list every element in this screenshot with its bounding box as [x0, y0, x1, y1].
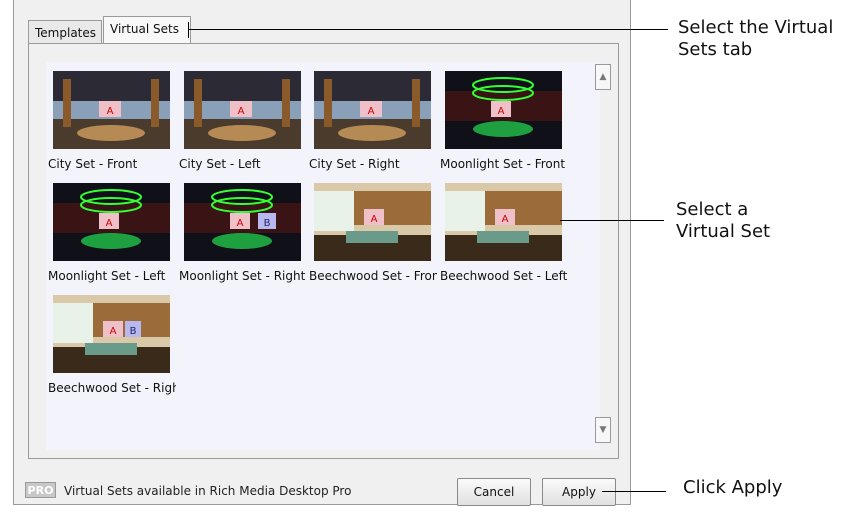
pro-badge: PRO — [25, 482, 56, 498]
scene-letter-a: A — [502, 214, 509, 225]
scene-letter-a: A — [107, 106, 114, 117]
virtual-set-label[interactable]: City Set - Front — [48, 157, 176, 171]
callout-select-tab-line1: Select the Virtual — [678, 17, 834, 38]
scene-letter-a: A — [238, 106, 245, 117]
virtual-set-label[interactable]: Beechwood Set - Right — [48, 381, 176, 395]
scene-letter-a: A — [368, 106, 375, 117]
scene-letter-a: A — [371, 214, 378, 225]
virtual-set-thumbnail[interactable]: A — [445, 183, 562, 261]
scene-letter-b: B — [130, 326, 137, 337]
apply-button[interactable]: Apply — [542, 478, 616, 506]
virtual-set-label[interactable]: Beechwood Set - Front — [309, 269, 437, 283]
scroll-down-button[interactable]: ▼ — [595, 417, 611, 443]
scroll-up-button[interactable]: ▲ — [595, 64, 611, 90]
tab-templates[interactable]: Templates — [28, 20, 102, 44]
virtual-set-thumbnail[interactable]: A — [184, 71, 301, 149]
virtual-set-label[interactable]: Moonlight Set - Left — [48, 269, 176, 283]
scene-letter-a: A — [106, 218, 113, 229]
virtual-set-grid: A City Set - Front A City Set - Left A City S… — [46, 62, 600, 450]
callout-tick-tab — [188, 22, 189, 38]
scene-letter-b: B — [264, 218, 271, 229]
virtual-set-label[interactable]: Moonlight Set - Front — [440, 157, 568, 171]
callout-select-set-line1: Select a — [676, 199, 749, 220]
virtual-set-label[interactable]: City Set - Right — [309, 157, 437, 171]
pro-info-text: Virtual Sets available in Rich Media Des… — [64, 484, 352, 498]
virtual-set-thumbnail[interactable]: AB — [184, 183, 301, 261]
scene-letter-a: A — [237, 218, 244, 229]
virtual-set-thumbnail[interactable]: A — [314, 71, 431, 149]
virtual-set-thumbnail[interactable]: A — [53, 71, 170, 149]
virtual-set-thumbnail[interactable]: A — [445, 71, 562, 149]
callout-select-tab-line2: Sets tab — [678, 39, 753, 60]
callout-line-set — [560, 220, 664, 221]
callout-line-tab — [188, 29, 668, 30]
callout-line-apply — [602, 491, 666, 492]
cancel-button[interactable]: Cancel — [457, 478, 531, 506]
virtual-set-label[interactable]: Moonlight Set - Right — [179, 269, 307, 283]
virtual-set-thumbnail[interactable]: A — [53, 183, 170, 261]
callout-click-apply: Click Apply — [683, 477, 783, 498]
virtual-set-thumbnail[interactable]: A — [314, 183, 431, 261]
tab-virtual-sets[interactable]: Virtual Sets — [103, 16, 191, 44]
scene-letter-a: A — [110, 326, 117, 337]
callout-select-set-line2: Virtual Set — [676, 221, 771, 242]
scene-letter-a: A — [498, 106, 505, 117]
virtual-sets-dialog: Templates Virtual Sets A City Set - Front… — [13, 0, 631, 506]
virtual-set-label[interactable]: Beechwood Set - Left — [440, 269, 568, 283]
virtual-set-thumbnail[interactable]: AB — [53, 295, 170, 373]
virtual-set-label[interactable]: City Set - Left — [179, 157, 307, 171]
virtual-sets-panel: A City Set - Front A City Set - Left A City S… — [28, 43, 619, 459]
